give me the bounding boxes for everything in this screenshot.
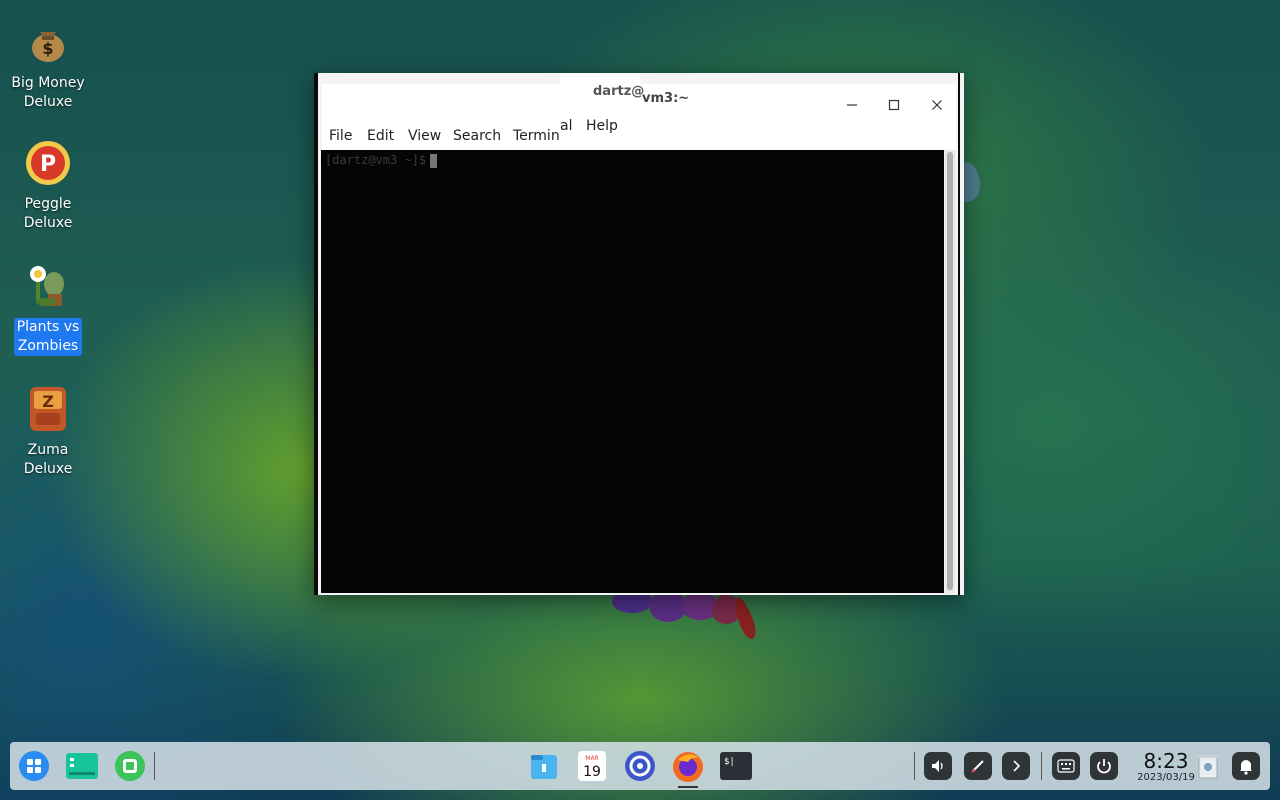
menu-fragment: al <box>560 118 573 134</box>
pen-button[interactable] <box>964 752 992 780</box>
power-icon <box>1097 759 1111 774</box>
zuma-icon: Z <box>24 385 72 433</box>
app-store-button[interactable] <box>112 748 148 784</box>
firefox-icon <box>673 752 703 782</box>
window-edge <box>958 73 960 595</box>
label-line: Deluxe <box>23 94 73 110</box>
desktop-icon-label: Zuma Deluxe <box>21 441 76 479</box>
files-icon <box>531 755 557 779</box>
clock-time[interactable]: 8:23 <box>1135 749 1197 773</box>
calendar-day: 19 <box>583 764 601 780</box>
firefox-button[interactable] <box>670 748 706 784</box>
close-button[interactable] <box>928 96 946 114</box>
chevron-right-icon <box>1013 760 1021 772</box>
window-title: vm3:~ <box>642 91 690 106</box>
label-line: Zuma <box>27 442 69 458</box>
app-store-icon <box>115 751 145 781</box>
notification-bell-icon <box>1240 760 1252 775</box>
expand-tray-button[interactable] <box>1002 752 1030 780</box>
menu-edit[interactable]: Edit <box>367 128 394 144</box>
calendar-button[interactable]: MAR 19 <box>574 748 610 784</box>
label-line: Peggle <box>24 196 72 212</box>
window-edge <box>314 73 318 595</box>
trash-button[interactable] <box>1190 748 1226 784</box>
notification-button[interactable] <box>1232 752 1260 780</box>
launcher-button[interactable] <box>16 748 52 784</box>
desktop-icon-peggle-deluxe[interactable]: P Peggle Deluxe <box>8 139 88 233</box>
desktop-icon-label: Peggle Deluxe <box>21 195 76 233</box>
shell-prompt: [dartz@vm3 ~]$ <box>325 153 438 168</box>
label-line: Zombies <box>17 338 79 354</box>
plants-vs-zombies-icon <box>24 262 72 310</box>
desktop-icon-big-money-deluxe[interactable]: $ Big Money Deluxe <box>8 18 88 112</box>
prompt-text: [dartz@vm3 ~]$ <box>325 153 427 167</box>
scrollbar-thumb[interactable] <box>947 152 953 590</box>
terminal-region <box>640 150 944 593</box>
dock-separator <box>1041 752 1042 780</box>
menu-help[interactable]: Help <box>586 118 618 134</box>
terminal-icon: $| <box>720 752 752 780</box>
launcher-icon <box>19 751 49 781</box>
desktop-icon-plants-vs-zombies[interactable]: Plants vs Zombies <box>8 262 88 356</box>
files-button[interactable] <box>526 748 562 784</box>
maximize-button[interactable] <box>885 96 903 114</box>
keyboard-icon <box>1057 759 1075 773</box>
terminal-output[interactable]: [dartz@vm3 ~]$ <box>321 150 944 593</box>
terminal-button[interactable]: $| <box>718 748 754 784</box>
pen-icon <box>971 760 984 773</box>
scrollbar[interactable] <box>945 150 955 593</box>
label-line: Plants vs <box>16 319 80 335</box>
menu-file[interactable]: File <box>329 128 352 144</box>
menu-terminal[interactable]: Termin <box>513 128 560 144</box>
desktop-icon-label: Plants vs Zombies <box>13 318 83 356</box>
minimize-icon <box>847 104 857 106</box>
close-icon <box>932 100 942 110</box>
title-fragment: dartz@ <box>593 84 645 99</box>
minimize-button[interactable] <box>843 96 861 114</box>
svg-text:P: P <box>40 152 56 177</box>
maximize-icon <box>888 99 900 111</box>
money-bag-icon: $ <box>24 18 72 66</box>
terminal-glyph: $| <box>724 757 735 767</box>
calendar-month: MAR <box>585 755 598 762</box>
svg-text:$: $ <box>42 39 53 58</box>
dock-separator <box>914 752 915 780</box>
label-line: Deluxe <box>23 215 73 231</box>
trash-icon <box>1197 755 1219 779</box>
title-overlay-fragment: dartz@ al Help <box>560 73 644 150</box>
settings-button[interactable] <box>622 748 658 784</box>
settings-icon <box>625 751 655 781</box>
multitask-view-button[interactable] <box>64 748 100 784</box>
desktop-icon-label: Big Money Deluxe <box>8 74 87 112</box>
active-indicator <box>678 786 698 788</box>
file-manager-panel-icon <box>66 753 98 779</box>
volume-icon <box>932 760 943 772</box>
text-cursor <box>430 153 438 168</box>
dock-separator <box>154 752 155 780</box>
menu-view[interactable]: View <box>408 128 441 144</box>
volume-button[interactable] <box>924 752 952 780</box>
peggle-icon: P <box>24 139 72 187</box>
calendar-icon: MAR 19 <box>578 751 606 781</box>
taskbar-dock: MAR 19 $| 8:23 2023/03/19 <box>10 742 1270 790</box>
power-button[interactable] <box>1090 752 1118 780</box>
menu-search[interactable]: Search <box>453 128 501 144</box>
svg-text:Z: Z <box>42 392 54 411</box>
keyboard-button[interactable] <box>1052 752 1080 780</box>
label-line: Deluxe <box>23 461 73 477</box>
desktop-icon-zuma-deluxe[interactable]: Z Zuma Deluxe <box>8 385 88 479</box>
label-line: Big Money <box>11 75 85 91</box>
